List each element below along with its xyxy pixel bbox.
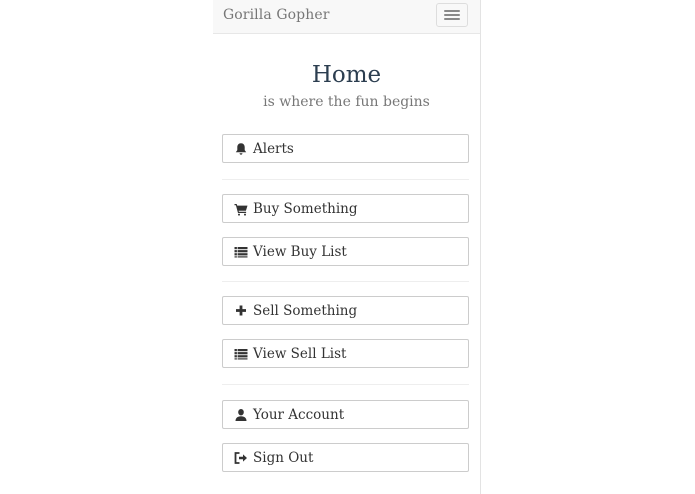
list-icon [234, 347, 248, 361]
your-account-button[interactable]: Your Account [222, 400, 469, 429]
app-panel: Gorilla Gopher Home is where the fun beg… [213, 0, 481, 494]
view-sell-list-button[interactable]: View Sell List [222, 339, 469, 368]
sign-out-button[interactable]: Sign Out [222, 443, 469, 472]
alerts-button[interactable]: Alerts [222, 134, 469, 163]
your-account-label: Your Account [253, 407, 345, 423]
plus-icon [234, 304, 248, 318]
hamburger-menu-icon [444, 10, 460, 12]
view-sell-list-label: View Sell List [253, 346, 347, 362]
page-subtitle: is where the fun begins [263, 94, 430, 110]
bell-icon [234, 142, 248, 156]
sell-something-label: Sell Something [253, 303, 358, 319]
user-icon [234, 408, 248, 422]
page-title: Home [311, 62, 382, 88]
buy-something-button[interactable]: Buy Something [222, 194, 469, 223]
navbar-toggle-button[interactable] [436, 3, 468, 27]
divider [222, 384, 469, 385]
list-icon [234, 245, 248, 259]
divider [222, 179, 469, 180]
brand-link[interactable]: Gorilla Gopher [223, 7, 330, 23]
shopping-cart-icon [234, 202, 248, 216]
buy-something-label: Buy Something [253, 201, 358, 217]
view-buy-list-label: View Buy List [253, 244, 347, 260]
navbar: Gorilla Gopher [213, 0, 480, 34]
alerts-label: Alerts [253, 141, 294, 157]
view-buy-list-button[interactable]: View Buy List [222, 237, 469, 266]
hamburger-bar [444, 14, 460, 16]
sign-out-label: Sign Out [253, 450, 314, 466]
hamburger-bar [444, 18, 460, 20]
divider [222, 281, 469, 282]
sign-out-icon [234, 451, 248, 465]
sell-something-button[interactable]: Sell Something [222, 296, 469, 325]
